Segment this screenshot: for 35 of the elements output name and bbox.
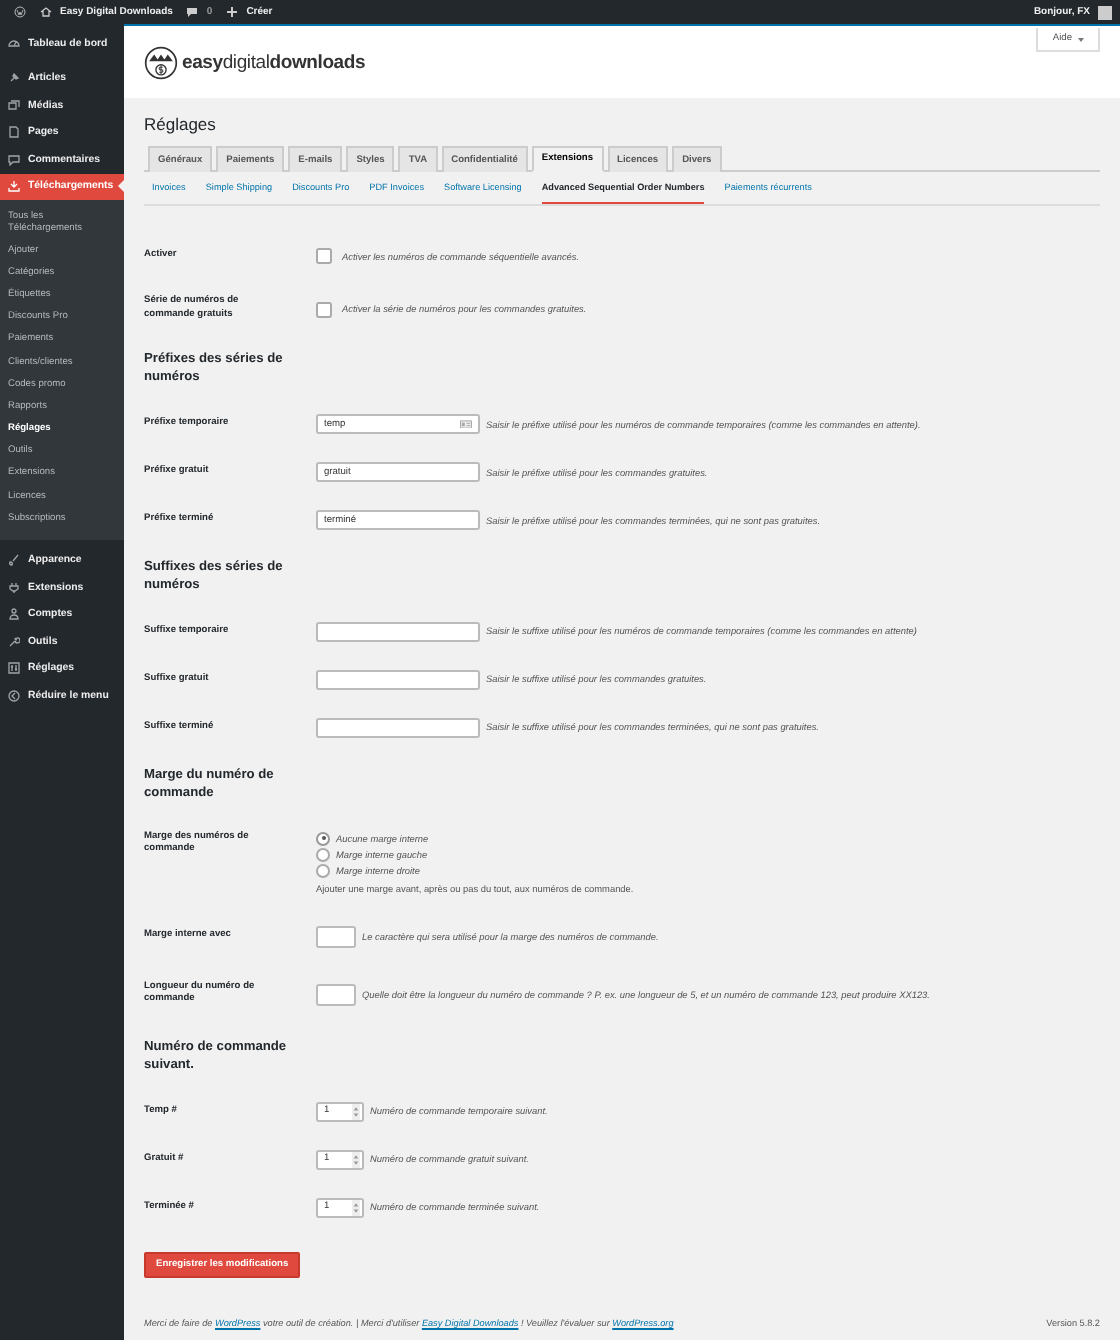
caret-icon bbox=[1078, 37, 1084, 41]
text-field[interactable] bbox=[316, 983, 356, 1006]
spinner-icon[interactable] bbox=[352, 1103, 360, 1120]
plug-icon bbox=[8, 581, 20, 594]
text-field[interactable] bbox=[316, 926, 356, 949]
page-icon bbox=[8, 126, 20, 139]
brush-icon bbox=[8, 554, 20, 567]
radio-button[interactable] bbox=[316, 831, 330, 846]
contact-card-icon[interactable] bbox=[460, 419, 472, 429]
spinner-icon[interactable] bbox=[352, 1151, 360, 1168]
sliders-icon bbox=[8, 662, 20, 675]
wrench-icon bbox=[8, 635, 20, 648]
radio-button[interactable] bbox=[316, 847, 330, 862]
images-icon bbox=[8, 99, 20, 112]
logo-icon bbox=[144, 45, 178, 79]
page-title: Réglages bbox=[144, 114, 218, 134]
wordpress-logo-icon[interactable] bbox=[14, 6, 26, 18]
radio-button[interactable] bbox=[316, 863, 330, 878]
text-field[interactable] bbox=[316, 669, 480, 690]
pin-icon bbox=[8, 72, 20, 85]
speech-bubble-icon[interactable] bbox=[186, 6, 199, 18]
checkbox[interactable] bbox=[316, 301, 332, 318]
spinner-icon[interactable] bbox=[352, 1199, 360, 1216]
person-icon bbox=[8, 608, 20, 621]
logo-wordmark: easydigitaldownloads bbox=[182, 51, 366, 73]
collapse-icon bbox=[8, 689, 20, 702]
text-field[interactable] bbox=[316, 717, 480, 738]
plus-icon[interactable] bbox=[226, 6, 239, 18]
speech-bubble-icon bbox=[8, 153, 20, 166]
home-icon[interactable] bbox=[40, 6, 52, 18]
checkbox[interactable] bbox=[316, 248, 332, 264]
download-icon bbox=[8, 180, 20, 193]
avatar-placeholder[interactable] bbox=[1098, 5, 1112, 19]
text-field[interactable] bbox=[316, 621, 480, 642]
gauge-icon bbox=[8, 37, 20, 50]
